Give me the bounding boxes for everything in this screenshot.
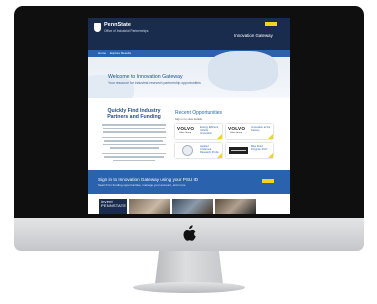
opportunity-title[interactable]: Innovation at the Factory xyxy=(251,126,271,132)
logo-stripe xyxy=(231,150,246,151)
nav-item-home[interactable]: Home xyxy=(98,51,106,55)
hero-subtitle: Your resource for industrial research pa… xyxy=(108,81,201,85)
gallery-photo[interactable] xyxy=(129,199,170,214)
card-corner-flag xyxy=(268,134,273,139)
opportunity-card[interactable]: VOLVO Volvo Group Innovation at the Fact… xyxy=(226,124,273,139)
gallery-photo[interactable]: invent PENNSTATE xyxy=(99,199,127,214)
body-text-line xyxy=(109,147,159,149)
photo-gallery: invent PENNSTATE xyxy=(88,194,290,214)
card-corner-flag xyxy=(217,134,222,139)
company-logo: VOLVO xyxy=(177,126,195,131)
body-text-line xyxy=(101,152,167,154)
opportunity-grid: VOLVO Volvo Group Energy Efficient Vehic… xyxy=(175,124,273,158)
gallery-photo[interactable] xyxy=(215,199,256,214)
body-text-line xyxy=(102,131,166,133)
signin-banner: Sign in to Innovation Gateway using your… xyxy=(88,170,290,194)
body-text-line xyxy=(113,159,155,161)
agency-seal-icon xyxy=(182,145,193,156)
opportunities-heading: Recent Opportunities xyxy=(175,110,222,116)
company-logo-sub: Volvo Group xyxy=(230,132,243,134)
opportunity-card[interactable]: Blue Fluid Program 2017 xyxy=(226,143,273,158)
company-logo-sub: Volvo Group xyxy=(179,132,192,134)
recent-opportunities: Recent Opportunities Sign in to view det… xyxy=(175,110,273,158)
imac-device: PennState Office of Industrial Partnersh… xyxy=(14,6,364,298)
opportunity-card[interactable]: VOLVO Volvo Group Energy Efficient Vehic… xyxy=(175,124,222,139)
main-content: Quickly Find Industry Partners and Fundi… xyxy=(88,98,290,170)
signin-button[interactable] xyxy=(262,179,274,183)
opportunities-subheading: Sign in to view details xyxy=(175,117,202,121)
site-title: Innovation Gateway xyxy=(234,33,273,38)
hero-banner: Welcome to Innovation Gateway Your resou… xyxy=(88,51,290,105)
body-text-line xyxy=(103,127,165,129)
body-text-line xyxy=(101,136,167,138)
nav-item-explore[interactable]: Explore Results xyxy=(110,51,131,55)
body-text-line xyxy=(102,143,166,145)
shield-icon xyxy=(94,23,101,32)
hero-title: Welcome to Innovation Gateway xyxy=(108,74,183,80)
photo-caption: invent PENNSTATE xyxy=(101,199,127,208)
body-text-line xyxy=(103,156,165,158)
body-text-line xyxy=(103,140,164,142)
gallery-photo[interactable] xyxy=(172,199,213,214)
apple-icon xyxy=(183,225,196,241)
monitor-bezel: PennState Office of Industrial Partnersh… xyxy=(14,6,364,218)
signin-subtitle: Search for funding opportunities, manage… xyxy=(98,183,186,187)
monitor-stand-neck xyxy=(155,251,223,284)
monitor-chin xyxy=(14,218,364,251)
partners-heading: Quickly Find Industry Partners and Fundi… xyxy=(107,108,161,120)
hero-decoration xyxy=(208,51,278,91)
card-corner-flag xyxy=(217,153,222,158)
signin-title: Sign in to Innovation Gateway using your… xyxy=(98,177,199,182)
card-corner-flag xyxy=(268,153,273,158)
site-header: PennState Office of Industrial Partnersh… xyxy=(88,18,290,50)
partners-intro: Quickly Find Industry Partners and Fundi… xyxy=(99,108,169,161)
browser-screen: PennState Office of Industrial Partnersh… xyxy=(88,18,290,214)
opportunity-title[interactable]: Blue Fluid Program 2017 xyxy=(251,145,271,151)
company-logo: VOLVO xyxy=(228,126,246,131)
opportunity-card[interactable]: Applied Undersea Research Probe xyxy=(175,143,222,158)
brand-name[interactable]: PennState xyxy=(104,22,131,28)
brand-subtitle: Office of Industrial Partnerships xyxy=(104,29,149,33)
body-text-line xyxy=(101,124,167,126)
login-button[interactable] xyxy=(265,22,277,26)
monitor-stand-base xyxy=(133,282,245,293)
